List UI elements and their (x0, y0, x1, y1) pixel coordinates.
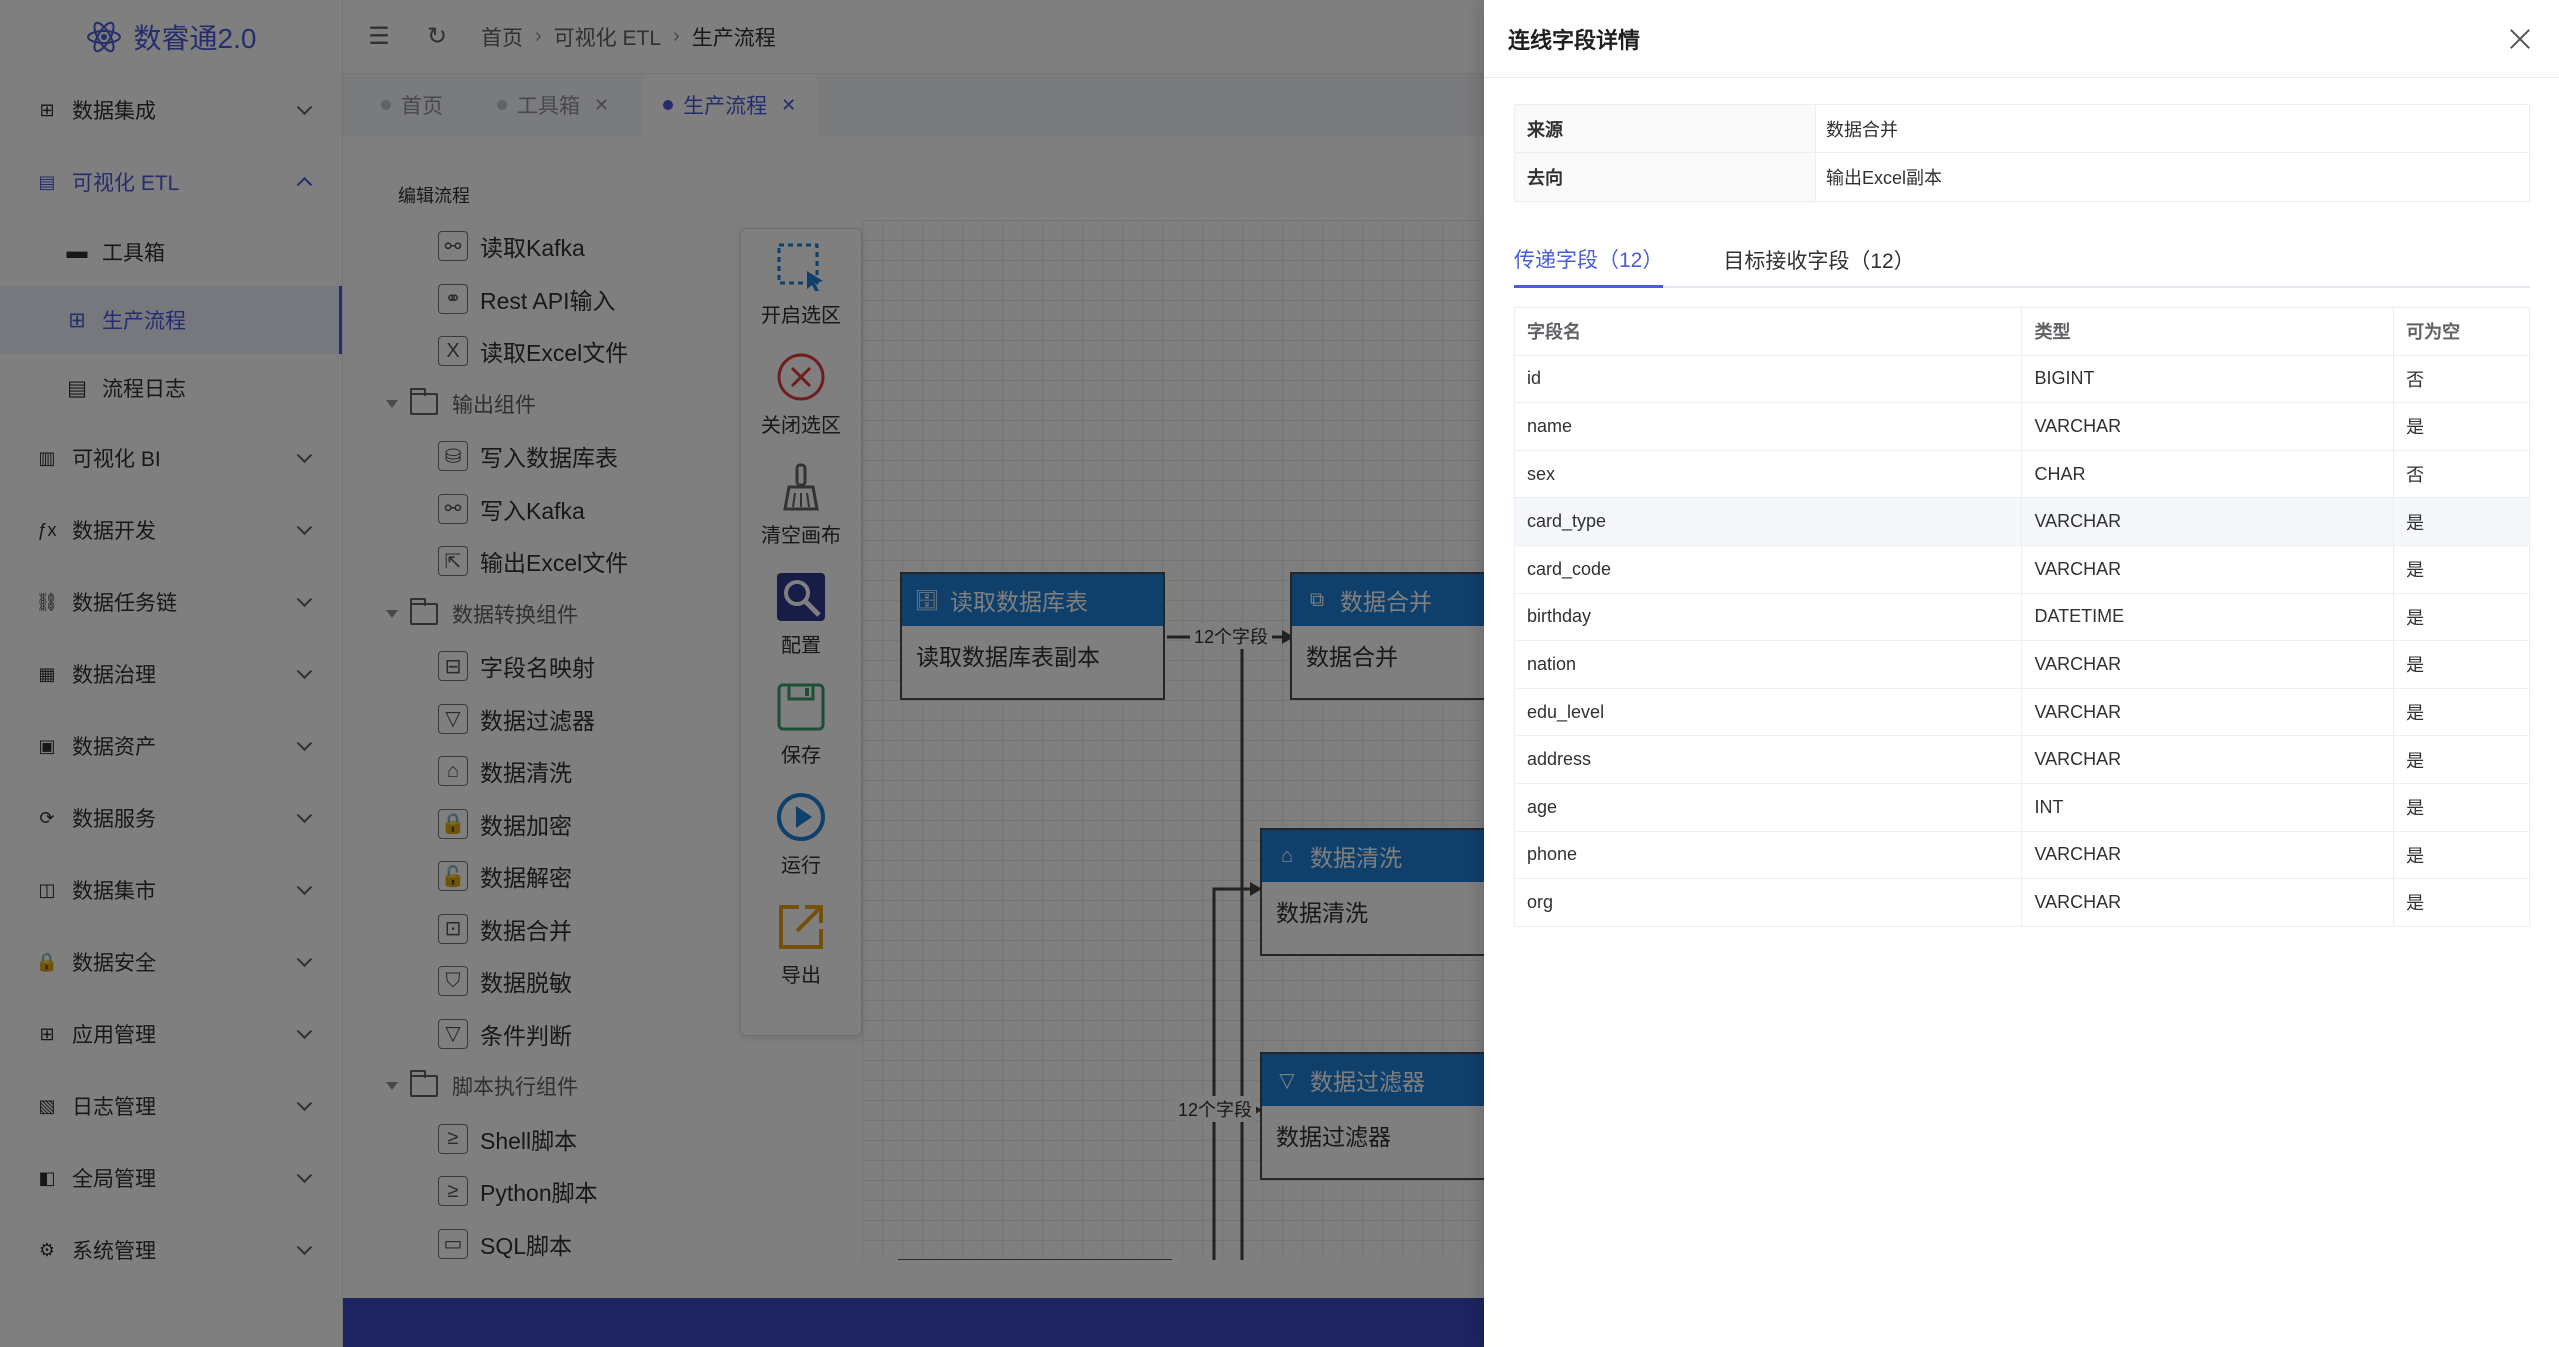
field-type-cell: VARCHAR (2021, 544, 2395, 594)
table-row[interactable]: id BIGINT 否 (1513, 354, 2530, 404)
table-row[interactable]: phone VARCHAR 是 (1513, 830, 2530, 880)
field-name-cell: name (1513, 402, 2023, 451)
nullable-cell: 是 (2393, 592, 2530, 642)
field-type-cell: VARCHAR (2021, 640, 2395, 689)
source-label: 来源 (1515, 105, 1816, 152)
field-name-cell: birthday (1513, 592, 2023, 642)
nullable-cell: 是 (2393, 830, 2530, 880)
table-row[interactable]: card_code VARCHAR 是 (1513, 544, 2530, 594)
edge-description: 来源 数据合并 去向 输出Excel副本 (1514, 104, 2530, 202)
fields-table-body: id BIGINT 否 name VARCHAR 是 sex CHAR 否 card_type VA… (1513, 354, 2530, 927)
nullable-cell: 是 (2393, 735, 2530, 784)
source-row: 来源 数据合并 (1515, 105, 2529, 153)
field-name-cell: address (1513, 735, 2023, 784)
nullable-cell: 是 (2393, 402, 2530, 451)
field-type-cell: DATETIME (2021, 592, 2395, 642)
table-row[interactable]: address VARCHAR 是 (1513, 735, 2530, 784)
edge-fields-drawer: 连线字段详情 来源 数据合并 去向 输出Excel副本 传递字段（12） 目标接… (1484, 0, 2559, 1347)
nullable-cell: 是 (2393, 878, 2530, 927)
table-row[interactable]: card_type VARCHAR 是 (1513, 497, 2530, 546)
field-type-cell: VARCHAR (2021, 735, 2395, 784)
field-type-cell: CHAR (2021, 449, 2395, 499)
column-header: 可为空 (2393, 307, 2530, 356)
nullable-cell: 是 (2393, 640, 2530, 689)
table-row[interactable]: birthday DATETIME 是 (1513, 592, 2530, 642)
fields-table: 字段名 类型 可为空 id BIGINT 否 name VARCHAR 是 sex CHAR 否… (1513, 307, 2530, 927)
drawer-header: 连线字段详情 (1484, 0, 2559, 78)
tab-target-fields[interactable]: 目标接收字段（12） (1723, 232, 1914, 288)
table-header-row: 字段名 类型 可为空 (1513, 307, 2530, 356)
drawer-overlay[interactable] (0, 0, 1484, 1347)
drawer-title: 连线字段详情 (1508, 27, 1641, 53)
field-name-cell: age (1513, 782, 2023, 832)
field-name-cell: phone (1513, 830, 2023, 880)
table-row[interactable]: age INT 是 (1513, 782, 2530, 832)
nullable-cell: 否 (2393, 354, 2530, 404)
field-tabs: 传递字段（12） 目标接收字段（12） (1514, 232, 2530, 288)
table-row[interactable]: nation VARCHAR 是 (1513, 640, 2530, 689)
table-row[interactable]: edu_level VARCHAR 是 (1513, 687, 2530, 737)
field-name-cell: nation (1513, 640, 2023, 689)
table-row[interactable]: name VARCHAR 是 (1513, 402, 2530, 451)
column-header: 字段名 (1513, 307, 2023, 356)
field-name-cell: card_code (1513, 544, 2023, 594)
target-value: 输出Excel副本 (1826, 168, 1943, 188)
column-header: 类型 (2021, 307, 2395, 356)
tab-passed-fields[interactable]: 传递字段（12） (1514, 232, 1664, 288)
field-name-cell: card_type (1513, 497, 2023, 546)
field-type-cell: VARCHAR (2021, 402, 2395, 451)
nullable-cell: 是 (2393, 782, 2530, 832)
nullable-cell: 是 (2393, 497, 2530, 546)
field-type-cell: VARCHAR (2021, 497, 2395, 546)
field-type-cell: BIGINT (2021, 354, 2395, 404)
nullable-cell: 是 (2393, 687, 2530, 737)
field-name-cell: id (1513, 354, 2023, 404)
field-type-cell: VARCHAR (2021, 830, 2395, 880)
field-name-cell: sex (1513, 449, 2023, 499)
target-label: 去向 (1515, 153, 1816, 201)
field-type-cell: INT (2021, 782, 2395, 832)
table-row[interactable]: sex CHAR 否 (1513, 449, 2530, 499)
close-icon[interactable] (2505, 24, 2535, 54)
field-type-cell: VARCHAR (2021, 878, 2395, 927)
field-name-cell: edu_level (1513, 687, 2023, 737)
target-row: 去向 输出Excel副本 (1515, 153, 2529, 201)
nullable-cell: 是 (2393, 544, 2530, 594)
field-type-cell: VARCHAR (2021, 687, 2395, 737)
field-name-cell: org (1513, 878, 2023, 927)
source-value: 数据合并 (1826, 119, 1898, 140)
nullable-cell: 否 (2393, 449, 2530, 499)
table-row[interactable]: org VARCHAR 是 (1513, 878, 2530, 927)
